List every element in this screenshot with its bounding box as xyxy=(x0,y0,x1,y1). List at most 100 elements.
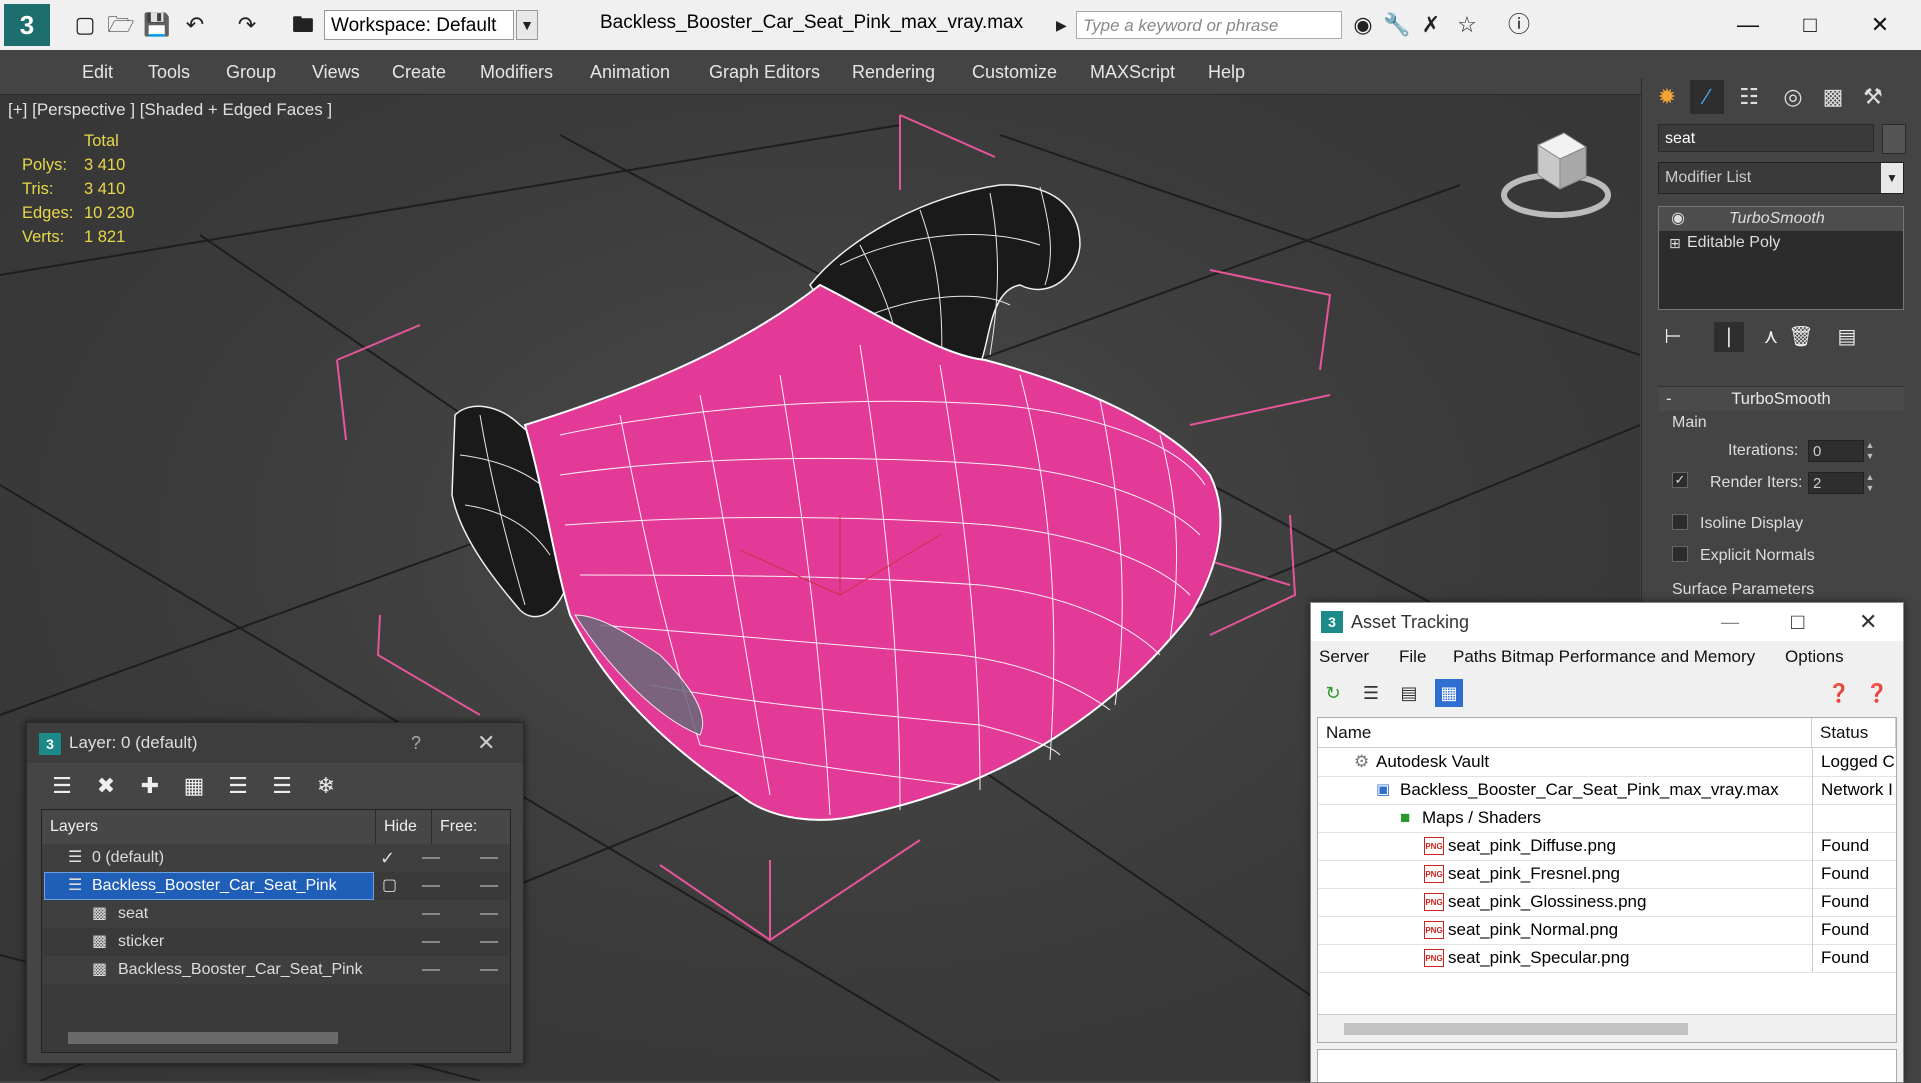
hide-toggle[interactable] xyxy=(422,969,440,971)
col-hide[interactable]: Hide xyxy=(376,810,432,844)
menu-maxscript[interactable]: MAXScript xyxy=(1090,50,1175,94)
select-objects-icon[interactable]: ▦ xyxy=(179,771,209,801)
asset-row-normal[interactable]: PNG seat_pink_Normal.png Found xyxy=(1318,916,1896,945)
freeze-all-icon[interactable]: ❄ xyxy=(311,771,341,801)
subscription-icon[interactable]: ✗ xyxy=(1416,10,1446,40)
maximize-icon[interactable]: □ xyxy=(1791,603,1804,641)
maximize-icon[interactable]: □ xyxy=(1788,8,1832,42)
motion-tab-icon[interactable]: ◎ xyxy=(1776,80,1810,114)
modifier-list-dropdown[interactable]: Modifier List ▼ xyxy=(1658,162,1904,194)
spinner-arrows-icon[interactable]: ▲ ▼ xyxy=(1864,472,1876,494)
freeze-toggle[interactable] xyxy=(480,913,498,915)
project-folder-icon[interactable]: 🖿 xyxy=(288,10,318,40)
layer-row-car-seat-object[interactable]: ▩ Backless_Booster_Car_Seat_Pink xyxy=(42,956,510,984)
create-layer-icon[interactable]: ☰ xyxy=(47,771,77,801)
menu-edit[interactable]: Edit xyxy=(82,50,113,94)
scrollbar-thumb[interactable] xyxy=(1344,1023,1688,1035)
hide-toggle[interactable] xyxy=(422,885,440,887)
horizontal-scrollbar[interactable] xyxy=(42,1024,510,1052)
render-iters-spinner[interactable]: 2 xyxy=(1808,472,1864,494)
display-tab-icon[interactable]: ▩ xyxy=(1816,80,1850,114)
undo-icon[interactable]: ↶ xyxy=(180,10,210,40)
col-status[interactable]: Status xyxy=(1812,718,1896,748)
asset-menu-file[interactable]: File xyxy=(1399,641,1426,673)
open-file-icon[interactable]: 🗁 xyxy=(106,10,136,40)
asset-menu-bitmap[interactable]: Bitmap Performance and Memory xyxy=(1501,641,1755,673)
show-end-result-icon[interactable]: ∣ xyxy=(1714,322,1744,352)
close-icon[interactable]: ✕ xyxy=(477,723,495,763)
stack-item-turbosmooth[interactable]: ◉ TurboSmooth xyxy=(1659,207,1903,231)
freeze-toggle[interactable] xyxy=(480,941,498,943)
hide-toggle[interactable] xyxy=(422,857,440,859)
layer-row-seat[interactable]: ▩ seat xyxy=(42,900,510,928)
asset-row-diffuse[interactable]: PNG seat_pink_Diffuse.png Found xyxy=(1318,832,1896,861)
refresh-icon[interactable]: ↻ xyxy=(1319,679,1347,707)
freeze-toggle[interactable] xyxy=(480,885,498,887)
asset-row-specular[interactable]: PNG seat_pink_Specular.png Found xyxy=(1318,944,1896,973)
menu-views[interactable]: Views xyxy=(312,50,360,94)
favorites-star-icon[interactable]: ☆ xyxy=(1452,10,1482,40)
search-input[interactable]: Type a keyword or phrase xyxy=(1076,11,1342,39)
asset-row-fresnel[interactable]: PNG seat_pink_Fresnel.png Found xyxy=(1318,860,1896,889)
binoculars-icon[interactable]: ◉ xyxy=(1348,10,1378,40)
menu-rendering[interactable]: Rendering xyxy=(852,50,935,94)
col-name[interactable]: Name xyxy=(1318,718,1812,748)
object-color-swatch[interactable] xyxy=(1882,124,1906,154)
turbosmooth-rollout-header[interactable]: - TurboSmooth xyxy=(1658,386,1904,411)
app-logo-icon[interactable]: 3 xyxy=(4,4,50,46)
utilities-tab-icon[interactable]: ⚒ xyxy=(1856,80,1890,114)
menu-animation[interactable]: Animation xyxy=(590,50,670,94)
active-check-icon[interactable]: ✓ xyxy=(380,844,395,872)
list-view-icon[interactable]: ☰ xyxy=(1357,679,1385,707)
help-icon[interactable]: ⓘ xyxy=(1504,10,1534,40)
asset-row-max-file[interactable]: ▣ Backless_Booster_Car_Seat_Pink_max_vra… xyxy=(1318,776,1896,805)
menu-customize[interactable]: Customize xyxy=(972,50,1057,94)
tools-icon[interactable]: 🔧 xyxy=(1382,10,1412,40)
grid-view-icon[interactable]: ▦ xyxy=(1435,679,1463,707)
scrollbar-thumb[interactable] xyxy=(68,1032,338,1044)
menu-help[interactable]: Help xyxy=(1208,50,1245,94)
layer-dialog-titlebar[interactable]: 3 Layer: 0 (default) ? ✕ xyxy=(27,723,523,763)
layer-row-sticker[interactable]: ▩ sticker xyxy=(42,928,510,956)
redo-icon[interactable]: ↷ xyxy=(232,10,262,40)
menu-group[interactable]: Group xyxy=(226,50,276,94)
explicit-normals-checkbox[interactable] xyxy=(1672,546,1688,562)
menu-graph-editors[interactable]: Graph Editors xyxy=(709,50,820,94)
highlight-layer-icon[interactable]: ☰ xyxy=(223,771,253,801)
active-layer-icon[interactable]: ▢ xyxy=(382,872,397,900)
asset-menu-paths[interactable]: Paths xyxy=(1453,641,1496,673)
save-file-icon[interactable]: 💾 xyxy=(142,10,172,40)
pin-stack-icon[interactable]: ⊢ xyxy=(1658,322,1688,352)
viewcube-icon[interactable] xyxy=(1498,125,1618,225)
stack-item-editable-poly[interactable]: ⊞ Editable Poly xyxy=(1659,231,1903,255)
layer-row-default[interactable]: ☰ 0 (default) ✓ xyxy=(42,844,510,872)
asset-menu-server[interactable]: Server xyxy=(1319,641,1369,673)
asset-menu-options[interactable]: Options xyxy=(1785,641,1844,673)
surface-parameters-label[interactable]: Surface Parameters xyxy=(1672,581,1814,599)
freeze-toggle[interactable] xyxy=(480,857,498,859)
delete-layer-icon[interactable]: ✖ xyxy=(91,771,121,801)
col-freeze[interactable]: Free: xyxy=(432,810,510,844)
create-tab-icon[interactable]: ✹ xyxy=(1650,80,1684,114)
help-button[interactable]: ? xyxy=(411,723,421,763)
minimize-icon[interactable]: — xyxy=(1726,8,1770,42)
workspace-menu-arrow-icon[interactable]: ▼ xyxy=(516,10,538,40)
close-icon[interactable]: ✕ xyxy=(1859,603,1877,641)
asset-row-vault[interactable]: ⚙ Autodesk Vault Logged C xyxy=(1318,748,1896,777)
asset-row-maps[interactable]: ■ Maps / Shaders xyxy=(1318,804,1896,833)
hierarchy-tab-icon[interactable]: ☷ xyxy=(1732,80,1766,114)
asset-row-glossiness[interactable]: PNG seat_pink_Glossiness.png Found xyxy=(1318,888,1896,917)
isoline-checkbox[interactable] xyxy=(1672,514,1688,530)
lightbulb-icon[interactable]: ◉ xyxy=(1671,207,1685,231)
remove-modifier-icon[interactable]: 🗑 xyxy=(1786,322,1816,352)
viewport-label[interactable]: [+] [Perspective ] [Shaded + Edged Faces… xyxy=(8,95,332,125)
table-view-icon[interactable]: ▤ xyxy=(1395,679,1423,707)
search-expand-icon[interactable]: ▶ xyxy=(1056,11,1074,39)
menu-tools[interactable]: Tools xyxy=(148,50,190,94)
add-selection-icon[interactable]: ✚ xyxy=(135,771,165,801)
expand-plus-icon[interactable]: ⊞ xyxy=(1669,231,1681,255)
spinner-arrows-icon[interactable]: ▲ ▼ xyxy=(1864,440,1876,462)
chevron-down-icon[interactable]: ▼ xyxy=(1881,163,1903,193)
object-name-field[interactable]: seat xyxy=(1658,124,1874,152)
minimize-icon[interactable]: — xyxy=(1721,603,1739,641)
